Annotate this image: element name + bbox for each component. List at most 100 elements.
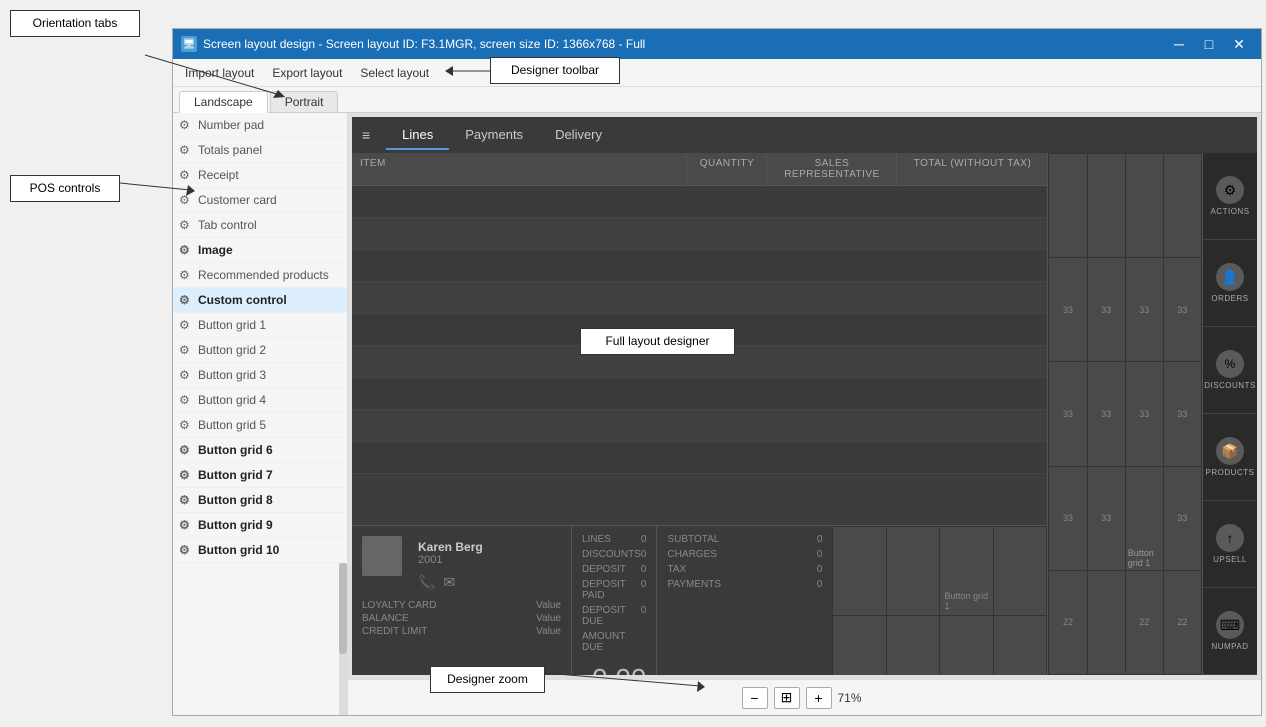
table-row [352, 250, 1047, 282]
panel-item-label: Number pad [198, 118, 264, 132]
orders-button[interactable]: 👤 ORDERS [1203, 240, 1257, 327]
grid-cell[interactable] [1049, 154, 1086, 257]
table-row [352, 410, 1047, 442]
table-header: ITEM QUANTITY SALES REPRESENTATIVE TOTAL… [352, 153, 1047, 186]
br-cell[interactable] [994, 527, 1047, 615]
products-label: PRODUCTS [1206, 468, 1255, 477]
import-layout-menu[interactable]: Import layout [177, 63, 262, 83]
app-window: 🖥 Screen layout design - Screen layout I… [172, 28, 1262, 716]
panel-item[interactable]: ⚙Image [173, 238, 347, 263]
export-layout-menu[interactable]: Export layout [264, 63, 350, 83]
portrait-tab[interactable]: Portrait [270, 91, 339, 112]
col-item: ITEM [352, 153, 687, 185]
panel-item[interactable]: ⚙Button grid 8 [173, 488, 347, 513]
br-cell[interactable] [994, 616, 1047, 676]
grid-cell[interactable] [1164, 154, 1201, 257]
zoom-out-button[interactable]: − [742, 687, 768, 709]
right-button-area: 33 33 33 33 33 33 33 33 33 [1047, 153, 1202, 675]
grid-cell-labeled[interactable]: Button grid 1 [1126, 467, 1163, 570]
panel-item[interactable]: ⚙Button grid 6 [173, 438, 347, 463]
grid-cell[interactable]: 22 [1164, 571, 1201, 674]
upsell-button[interactable]: ↑ UPSELL [1203, 501, 1257, 588]
close-button[interactable]: ✕ [1225, 30, 1253, 58]
actions-button[interactable]: ⚙ ACTIONS [1203, 153, 1257, 240]
gear-icon: ⚙ [179, 443, 193, 457]
panel-item[interactable]: ⚙Number pad [173, 113, 347, 138]
panel-item-label: Totals panel [198, 143, 262, 157]
panel-item[interactable]: ⚙Button grid 4 [173, 388, 347, 413]
pos-tab-lines[interactable]: Lines [386, 121, 449, 150]
designer-canvas[interactable]: ≡ Lines Payments Delivery ITEM [352, 117, 1257, 675]
table-row [352, 442, 1047, 474]
grid-cell[interactable]: 22 [1126, 571, 1163, 674]
hamburger-icon[interactable]: ≡ [362, 127, 370, 143]
panel-item[interactable]: ⚙Receipt [173, 163, 347, 188]
grid-cell[interactable]: 33 [1049, 362, 1086, 465]
grid-cell[interactable]: 33 [1164, 362, 1201, 465]
pos-layout: ≡ Lines Payments Delivery ITEM [352, 117, 1257, 675]
landscape-tab[interactable]: Landscape [179, 91, 268, 113]
subtotal-row: SUBTOTAL0 [667, 532, 822, 547]
panel-item[interactable]: ⚙Recommended products [173, 263, 347, 288]
panel-item[interactable]: ⚙Button grid 5 [173, 413, 347, 438]
grid-cell[interactable]: 33 [1164, 467, 1201, 570]
maximize-button[interactable]: □ [1195, 30, 1223, 58]
grid-cell[interactable] [1088, 154, 1125, 257]
grid-cell[interactable]: 33 [1126, 258, 1163, 361]
grid-cell[interactable] [1088, 571, 1125, 674]
deposit-row: DEPOSIT0 [582, 562, 646, 577]
email-icon[interactable]: ✉ [443, 574, 455, 591]
panel-item[interactable]: ⚙Button grid 10 [173, 538, 347, 563]
grid-cell[interactable]: 33 [1088, 362, 1125, 465]
br-cell[interactable] [833, 616, 886, 676]
discounts-button[interactable]: % DISCOUNTS [1203, 327, 1257, 414]
phone-icon[interactable]: 📞 [418, 574, 435, 591]
grid-cell[interactable]: 33 [1126, 362, 1163, 465]
main-content: ⚙Number pad⚙Totals panel⚙Receipt⚙Custome… [173, 113, 1261, 715]
panel-item[interactable]: ⚙Button grid 9 [173, 513, 347, 538]
minimize-button[interactable]: ─ [1165, 30, 1193, 58]
zoom-level-label: 71% [838, 691, 868, 705]
loyalty-label: LOYALTY CARD [362, 600, 436, 611]
panel-item[interactable]: ⚙Button grid 2 [173, 338, 347, 363]
table-rows [352, 186, 1047, 525]
panel-item[interactable]: ⚙Button grid 3 [173, 363, 347, 388]
panel-item[interactable]: ⚙Button grid 1 [173, 313, 347, 338]
table-row [352, 218, 1047, 250]
grid-cell[interactable]: 33 [1088, 467, 1125, 570]
zoom-in-button[interactable]: + [806, 687, 832, 709]
pos-tab-delivery[interactable]: Delivery [539, 121, 618, 150]
numpad-label: NUMPAD [1211, 642, 1248, 651]
customer-panel: Karen Berg 2001 📞 ✉ LOYAL [352, 525, 1047, 675]
grid-cell[interactable]: 33 [1049, 467, 1086, 570]
br-cell[interactable] [887, 616, 940, 676]
loyalty-row: CREDIT LIMITValue [362, 625, 561, 638]
numpad-button[interactable]: ⌨ NUMPAD [1203, 588, 1257, 675]
pos-tab-payments[interactable]: Payments [449, 121, 539, 150]
panel-item[interactable]: ⚙Totals panel [173, 138, 347, 163]
products-button[interactable]: 📦 PRODUCTS [1203, 414, 1257, 501]
grid-cell[interactable]: 33 [1164, 258, 1201, 361]
full-layout-callout: Full layout designer [580, 328, 735, 355]
grid-cell[interactable]: 33 [1049, 258, 1086, 361]
col-rep: SALES REPRESENTATIVE [767, 153, 897, 185]
panel-item[interactable]: ⚙Custom control [173, 288, 347, 313]
br-cell-labeled[interactable]: Button grid 1 [940, 527, 993, 615]
panel-item[interactable]: ⚙Tab control [173, 213, 347, 238]
panel-item[interactable]: ⚙Button grid 7 [173, 463, 347, 488]
zoom-fit-button[interactable]: ⊞ [774, 687, 800, 709]
customer-info: Karen Berg 2001 📞 ✉ LOYAL [352, 526, 572, 675]
panel-item[interactable]: ⚙Customer card [173, 188, 347, 213]
select-layout-menu[interactable]: Select layout [352, 63, 437, 83]
panel-scrollbar[interactable] [339, 563, 347, 715]
gear-icon: ⚙ [179, 393, 193, 407]
grid-cell[interactable] [1126, 154, 1163, 257]
grid-cell[interactable]: 33 [1088, 258, 1125, 361]
br-cell[interactable] [940, 616, 993, 676]
br-cell[interactable] [833, 527, 886, 615]
br-cell[interactable] [887, 527, 940, 615]
designer-toolbar-callout: Designer toolbar [490, 57, 620, 84]
grid-cell[interactable]: 22 [1049, 571, 1086, 674]
amount-due-row: AMOUNT DUE [582, 629, 646, 655]
panel-item-label: Image [198, 243, 233, 257]
